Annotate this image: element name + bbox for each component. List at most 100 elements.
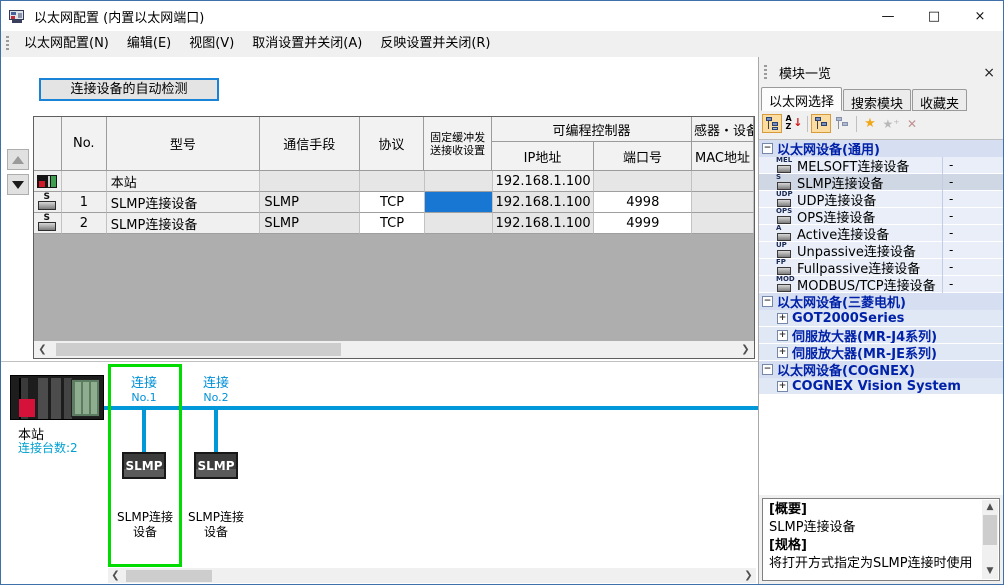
add-favorite-button[interactable]: ★⁺ bbox=[881, 114, 901, 133]
section-label: 以太网设备(三菱电机) bbox=[777, 292, 906, 311]
cell-model[interactable]: 本站 bbox=[107, 171, 261, 192]
module-item-udp[interactable]: UDP UDP连接设备 - bbox=[759, 191, 1003, 208]
menu-ethernet-config[interactable]: 以太网配置(N) bbox=[15, 33, 118, 55]
section-ethernet-cognex[interactable]: − 以太网设备(COGNEX) bbox=[759, 361, 1003, 378]
slmp-device-icon: S bbox=[776, 175, 794, 190]
cell-port[interactable] bbox=[594, 171, 692, 192]
subitem-servo-mrj4[interactable]: + 伺服放大器(MR-J4系列) bbox=[759, 327, 1003, 344]
expand-box-icon[interactable]: + bbox=[777, 381, 788, 392]
tab-favorites[interactable]: 收藏夹 bbox=[912, 89, 967, 111]
menu-view[interactable]: 视图(V) bbox=[180, 33, 243, 55]
cell-no[interactable] bbox=[62, 171, 107, 192]
cell-ip[interactable]: 192.168.1.100 bbox=[493, 213, 595, 234]
cell-fixed-buffer-selected[interactable] bbox=[425, 192, 493, 213]
delete-favorite-button[interactable]: ✕ bbox=[902, 114, 922, 133]
module-list-panel: 模块一览 × 以太网选择 搜索模块 收藏夹 AZ↓ ★ ★⁺ bbox=[758, 57, 1003, 584]
section-ethernet-mitsubishi[interactable]: − 以太网设备(三菱电机) bbox=[759, 293, 1003, 310]
cell-comm[interactable]: SLMP bbox=[260, 192, 360, 213]
group-by-category-button[interactable] bbox=[762, 114, 782, 133]
expand-box-icon[interactable]: + bbox=[777, 313, 788, 324]
cell-protocol[interactable]: TCP bbox=[360, 213, 425, 234]
cell-protocol[interactable] bbox=[360, 171, 425, 192]
cell-fixed-buffer[interactable] bbox=[425, 213, 493, 234]
collapse-box-icon[interactable]: − bbox=[762, 143, 773, 154]
cell-fixed-buffer[interactable] bbox=[425, 171, 493, 192]
cell-mac[interactable] bbox=[692, 192, 754, 213]
menu-cancel-and-close[interactable]: 取消设置并关闭(A) bbox=[243, 33, 371, 55]
scroll-left-icon[interactable]: ❮ bbox=[108, 570, 123, 581]
subitem-cognex-vision[interactable]: + COGNEX Vision System bbox=[759, 378, 1003, 395]
slmp-device-icon[interactable]: S bbox=[34, 213, 62, 234]
scroll-up-icon[interactable]: ▲ bbox=[982, 500, 998, 515]
header-mac: MAC地址 bbox=[692, 142, 754, 171]
connection-2-label: 连接 No.2 bbox=[189, 372, 243, 404]
connection-count-label: 连接台数:2 bbox=[18, 439, 78, 456]
cell-port[interactable]: 4998 bbox=[594, 192, 692, 213]
cell-ip[interactable]: 192.168.1.100 bbox=[493, 192, 595, 213]
tab-ethernet-selection[interactable]: 以太网选择 bbox=[761, 87, 842, 111]
spec-text: 将打开方式指定为SLMP连接时使用 bbox=[769, 555, 979, 573]
tab-search-module[interactable]: 搜索模块 bbox=[843, 89, 911, 111]
panel-close-icon[interactable]: × bbox=[983, 65, 995, 81]
slmp-device-2[interactable]: SLMP bbox=[194, 452, 238, 479]
expand-box-icon[interactable]: + bbox=[777, 347, 788, 358]
subitem-servo-mrje[interactable]: + 伺服放大器(MR-JE系列) bbox=[759, 344, 1003, 361]
module-item-active[interactable]: A Active连接设备 - bbox=[759, 225, 1003, 242]
sort-az-button[interactable]: AZ↓ bbox=[783, 114, 803, 133]
cell-mac[interactable] bbox=[692, 171, 754, 192]
collapse-all-button[interactable] bbox=[811, 114, 831, 133]
cell-no[interactable]: 1 bbox=[62, 192, 107, 213]
close-button[interactable]: × bbox=[957, 1, 1003, 31]
network-diagram: 本站 连接台数:2 连接 No.1 连接 No.2 SLMP SLMP SLMP… bbox=[1, 361, 758, 584]
fixed-buffer-line2: 送接收设置 bbox=[430, 144, 485, 157]
module-item-modbus[interactable]: MOD MODBUS/TCP连接设备 - bbox=[759, 276, 1003, 293]
down-triangle-icon bbox=[12, 181, 24, 189]
scroll-right-icon[interactable]: ❯ bbox=[741, 570, 756, 581]
cell-port[interactable]: 4999 bbox=[594, 213, 692, 234]
module-item-unpassive[interactable]: UP Unpassive连接设备 - bbox=[759, 242, 1003, 259]
favorite-button[interactable]: ★ bbox=[860, 114, 880, 133]
slmp-device-1[interactable]: SLMP bbox=[122, 452, 166, 479]
expand-box-icon[interactable]: + bbox=[777, 330, 788, 341]
cell-protocol[interactable]: TCP bbox=[360, 192, 425, 213]
panel-drag-handle[interactable] bbox=[764, 65, 767, 81]
collapse-box-icon[interactable]: − bbox=[762, 296, 773, 307]
host-station-icon[interactable] bbox=[34, 171, 62, 192]
menu-apply-and-close[interactable]: 反映设置并关闭(R) bbox=[371, 33, 499, 55]
maximize-button[interactable]: □ bbox=[911, 1, 957, 31]
cell-no[interactable]: 2 bbox=[62, 213, 107, 234]
cell-model[interactable]: SLMP连接设备 bbox=[107, 213, 261, 234]
module-item-fullpassive[interactable]: FP Fullpassive连接设备 - bbox=[759, 259, 1003, 276]
move-row-down-button[interactable] bbox=[7, 174, 29, 195]
subitem-got2000[interactable]: + GOT2000Series bbox=[759, 310, 1003, 327]
module-item-melsoft[interactable]: MEL MELSOFT连接设备 - bbox=[759, 157, 1003, 174]
section-ethernet-generic[interactable]: − 以太网设备(通用) bbox=[759, 140, 1003, 157]
s-device-icon: S bbox=[38, 194, 56, 211]
cell-comm[interactable] bbox=[260, 171, 360, 192]
window-controls: — □ × bbox=[865, 1, 1003, 31]
scroll-right-icon[interactable]: ❯ bbox=[737, 344, 754, 355]
module-item-ops[interactable]: OPS OPS连接设备 - bbox=[759, 208, 1003, 225]
scrollbar-thumb[interactable] bbox=[56, 343, 341, 356]
collapse-box-icon[interactable]: − bbox=[762, 364, 773, 375]
cell-model[interactable]: SLMP连接设备 bbox=[107, 192, 261, 213]
cell-ip[interactable]: 192.168.1.100 bbox=[493, 171, 595, 192]
slmp-device-icon[interactable]: S bbox=[34, 192, 62, 213]
cell-mac[interactable] bbox=[692, 213, 754, 234]
expand-all-button[interactable] bbox=[832, 114, 852, 133]
menu-drag-handle[interactable] bbox=[6, 36, 9, 52]
scrollbar-thumb[interactable] bbox=[983, 515, 997, 545]
scroll-down-icon[interactable]: ▼ bbox=[982, 564, 998, 579]
module-panel-toolbar: AZ↓ ★ ★⁺ ✕ bbox=[759, 111, 1003, 136]
minimize-button[interactable]: — bbox=[865, 1, 911, 31]
scroll-left-icon[interactable]: ❮ bbox=[34, 344, 51, 355]
table-horizontal-scrollbar: ❮ ❯ bbox=[34, 341, 754, 358]
host-station-image[interactable] bbox=[10, 375, 104, 420]
module-item-slmp[interactable]: S SLMP连接设备 - bbox=[759, 174, 1003, 191]
cell-comm[interactable]: SLMP bbox=[260, 213, 360, 234]
move-row-up-button[interactable] bbox=[7, 149, 29, 170]
menu-edit[interactable]: 编辑(E) bbox=[118, 33, 180, 55]
scrollbar-thumb[interactable] bbox=[126, 570, 212, 582]
summary-header: [概要] bbox=[769, 501, 979, 519]
auto-detect-button[interactable]: 连接设备的自动检测 bbox=[39, 78, 219, 101]
